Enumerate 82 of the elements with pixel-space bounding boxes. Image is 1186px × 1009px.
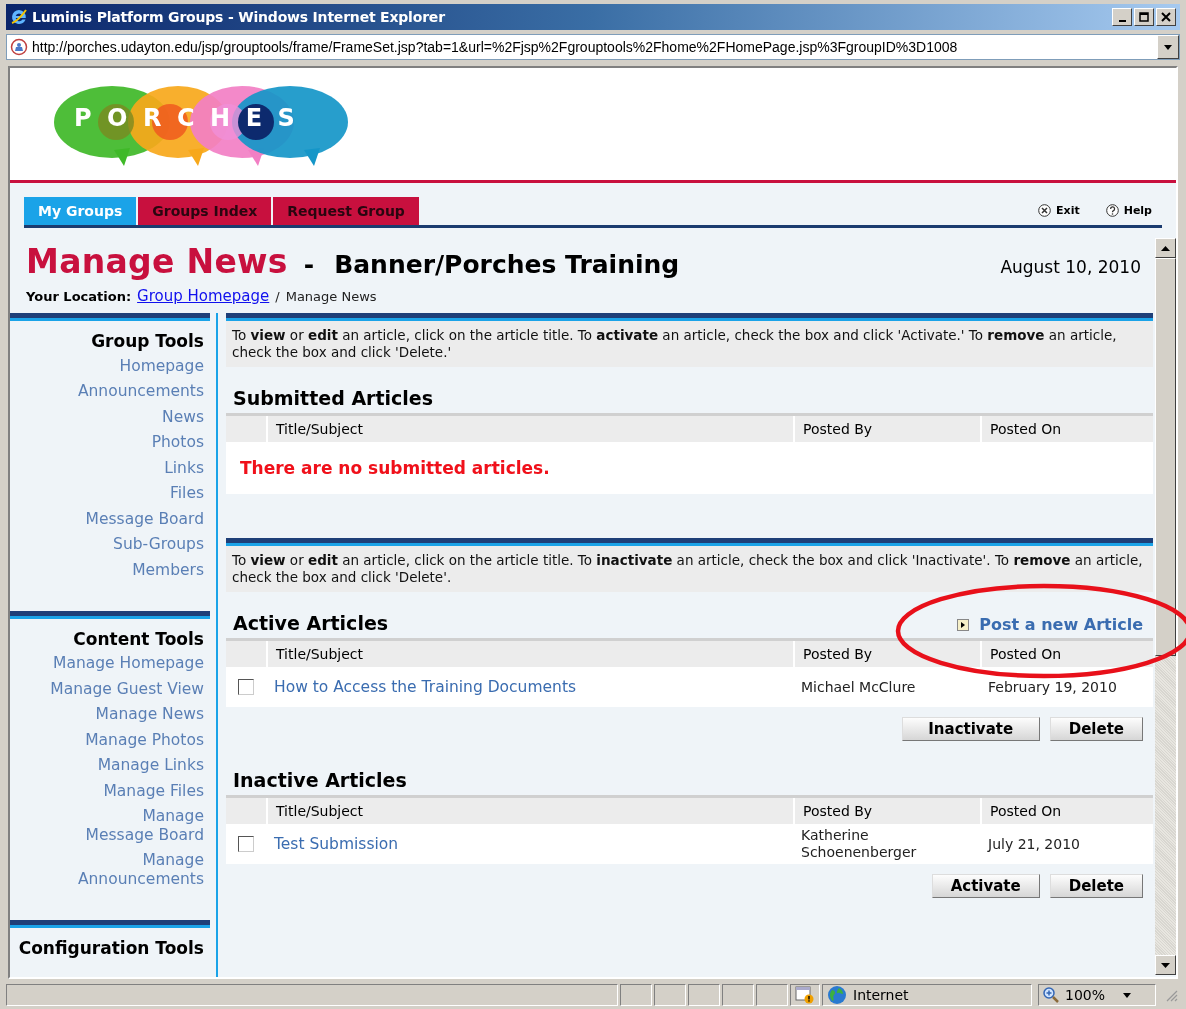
action-button[interactable]: Delete <box>1049 874 1143 898</box>
sidebar-link[interactable]: Manage News <box>95 701 210 727</box>
sidebar-link[interactable]: Homepage <box>119 353 210 379</box>
window-title: Luminis Platform Groups - Windows Internet Explorer <box>32 9 445 25</box>
page-subtitle: Banner/Porches Training <box>334 250 680 279</box>
sidebar-link[interactable]: Announcements <box>77 378 210 404</box>
action-button[interactable]: Activate <box>931 874 1040 898</box>
location-label: Your Location: <box>26 289 132 304</box>
minimize-button[interactable] <box>1112 8 1132 26</box>
status-pane <box>756 984 788 1006</box>
sidebar-link[interactable]: Photos <box>151 429 210 455</box>
nav-tab[interactable]: My Groups <box>24 197 137 225</box>
resize-grip-icon <box>1164 988 1178 1002</box>
page-title: Manage News <box>26 242 288 281</box>
maximize-icon <box>1139 12 1149 22</box>
minimize-icon <box>1118 20 1126 22</box>
checkbox[interactable] <box>238 836 254 852</box>
help-link[interactable]: Help <box>1105 204 1152 217</box>
globe-icon <box>827 985 847 1005</box>
sidebar-heading: Content Tools <box>73 628 205 649</box>
sidebar-link[interactable]: Manage Files <box>103 778 210 804</box>
table-cell: Michael McClure <box>801 678 916 696</box>
action-button[interactable]: Inactivate <box>901 717 1040 741</box>
table-cell-text: Katherine Schoenenberger <box>801 827 918 861</box>
nav-tab[interactable]: Request Group <box>273 197 419 225</box>
checkbox[interactable] <box>238 679 254 695</box>
page-icon <box>10 38 28 56</box>
sidebar-link[interactable]: News <box>162 404 210 430</box>
sidebar-heading: Configuration Tools <box>18 937 205 958</box>
post-article-link[interactable]: Post a new Article <box>957 615 1143 634</box>
section-heading: Submitted Articles <box>233 387 434 409</box>
zoom-icon <box>1043 987 1059 1003</box>
sidebar-link[interactable]: Manage Announcements <box>77 847 210 892</box>
url-text: http://porches.udayton.edu/jsp/grouptools/frame/FrameSet.jsp?tab=1&url=%2Fjsp%2Fgrouptools%2Fhome%2FHomePage.jsp%3FgroupID%3D1008 <box>32 39 959 55</box>
maximize-button[interactable] <box>1134 8 1154 26</box>
sidebar-link[interactable]: Manage Photos <box>85 727 210 753</box>
instructions-text: To view or edit an article, click on the article title. To inactivate an article, check the box and click 'Inactivate'. To remove an article, check the box and click 'Delete'. <box>226 546 1153 592</box>
sidebar-link[interactable]: Manage Links <box>97 752 210 778</box>
status-pane <box>620 984 652 1006</box>
exit-link[interactable]: Exit <box>1038 204 1080 217</box>
sidebar-link[interactable]: Sub-Groups <box>113 531 210 557</box>
scroll-down-icon <box>1161 962 1170 968</box>
section-heading: Inactive Articles <box>233 769 407 791</box>
sidebar-link[interactable]: Files <box>170 480 210 506</box>
help-icon <box>1105 204 1119 217</box>
address-field[interactable]: http://porches.udayton.edu/jsp/grouptools/frame/FrameSet.jsp?tab=1&url=%2Fjsp%2Fgrouptools%2Fhome%2FHomePage.jsp%3FgroupID%3D1008 <box>6 34 1180 60</box>
caret-icon <box>1123 992 1132 998</box>
article-link[interactable]: Test Submission <box>274 835 399 853</box>
scroll-up-icon <box>1161 245 1170 251</box>
close-icon <box>1038 204 1052 217</box>
table-cell: February 19, 2010 <box>988 679 1117 695</box>
sidebar-link[interactable]: Members <box>132 557 210 583</box>
sidebar-link[interactable]: Manage Guest View <box>50 676 210 702</box>
status-pane <box>722 984 754 1006</box>
breadcrumb-link[interactable]: Group Homepage <box>137 287 270 305</box>
sidebar-link[interactable]: Manage Homepage <box>53 650 210 676</box>
empty-message: There are no submitted articles. <box>240 458 550 478</box>
title-separator: - <box>303 250 315 279</box>
dropdown-button[interactable] <box>1157 35 1179 59</box>
breadcrumb-current: Manage News <box>285 289 377 304</box>
article-link[interactable]: How to Access the Training Documents <box>274 678 577 696</box>
browser-icon <box>10 8 28 26</box>
status-pane <box>688 984 720 1006</box>
section-heading: Active Articles <box>233 612 389 634</box>
close-icon <box>1161 12 1171 22</box>
scrollbar[interactable] <box>1155 238 1176 975</box>
date-text: August 10, 2010 <box>1000 257 1141 277</box>
instructions-text: To view or edit an article, click on the article title. To activate an article, check the box and click 'Activate.' To remove an article, check the box and click 'Delete.' <box>226 321 1153 367</box>
sidebar-link[interactable]: Message Board <box>85 506 210 532</box>
action-button[interactable]: Delete <box>1049 717 1143 741</box>
security-zone-text: Internet <box>853 987 909 1003</box>
sidebar-heading: Group Tools <box>91 331 205 351</box>
status-pane <box>654 984 686 1006</box>
zoom-control[interactable]: 100% <box>1038 984 1156 1006</box>
table-cell: July 21, 2010 <box>988 836 1080 852</box>
warning-page-icon <box>795 986 815 1004</box>
breadcrumb-separator: / <box>275 289 280 304</box>
nav-tab[interactable]: Groups Index <box>138 197 272 225</box>
close-button[interactable] <box>1156 8 1176 26</box>
sidebar-link[interactable]: Links <box>164 455 210 481</box>
sidebar-link[interactable]: Manage Message Board <box>85 803 210 848</box>
caret-icon <box>1164 44 1172 50</box>
